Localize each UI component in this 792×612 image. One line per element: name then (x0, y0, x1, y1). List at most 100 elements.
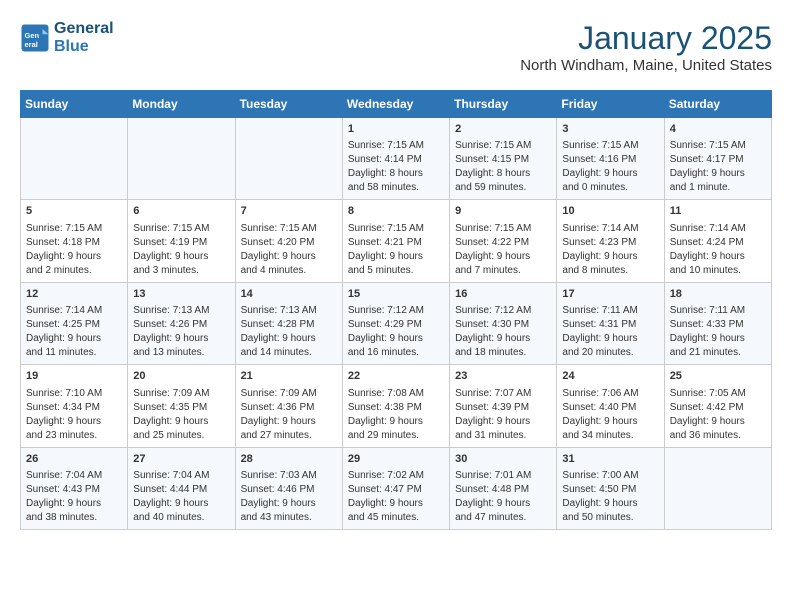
day-info: Sunrise: 7:06 AM Sunset: 4:40 PM Dayligh… (562, 387, 658, 443)
calendar-table: SundayMondayTuesdayWednesdayThursdayFrid… (20, 90, 772, 530)
day-info: Sunrise: 7:04 AM Sunset: 4:44 PM Dayligh… (133, 469, 229, 525)
month-title: January 2025 (520, 20, 772, 57)
day-number: 5 (26, 204, 122, 219)
day-number: 29 (348, 452, 444, 467)
calendar-cell (235, 118, 342, 200)
calendar-cell: 7Sunrise: 7:15 AM Sunset: 4:20 PM Daylig… (235, 200, 342, 282)
day-info: Sunrise: 7:15 AM Sunset: 4:18 PM Dayligh… (26, 222, 122, 278)
calendar-cell: 21 Sunrise: 7:09 AM Sunset: 4:36 PM Dayli… (235, 365, 342, 447)
day-number: 6 (133, 204, 229, 219)
calendar-cell: 2 Sunrise: 7:15 AM Sunset: 4:15 PM Daylig… (450, 118, 557, 200)
calendar-cell: 20Sunrise: 7:09 AM Sunset: 4:35 PM Dayli… (128, 365, 235, 447)
day-info: Sunrise: 7:01 AM Sunset: 4:48 PM Dayligh… (455, 469, 551, 525)
header-day-wednesday: Wednesday (342, 91, 449, 118)
calendar-cell: 30 Sunrise: 7:01 AM Sunset: 4:48 PM Dayli… (450, 447, 557, 529)
day-number: 11 (670, 204, 766, 219)
day-info: Sunrise: 7:15 AM Sunset: 4:17 PM Dayligh… (670, 139, 766, 195)
calendar-cell: 31 Sunrise: 7:00 AM Sunset: 4:50 PM Dayli… (557, 447, 664, 529)
day-number: 14 (241, 287, 337, 302)
day-info: Sunrise: 7:09 AM Sunset: 4:36 PM Dayligh… (241, 387, 337, 443)
day-number: 23 (455, 369, 551, 384)
calendar-cell: 8 Sunrise: 7:15 AM Sunset: 4:21 PM Daylig… (342, 200, 449, 282)
title-area: January 2025 North Windham, Maine, Unite… (520, 20, 772, 74)
calendar-cell: 12 Sunrise: 7:14 AM Sunset: 4:25 PM Dayli… (21, 282, 128, 364)
day-info: Sunrise: 7:08 AM Sunset: 4:38 PM Dayligh… (348, 387, 444, 443)
day-info: Sunrise: 7:15 AM Sunset: 4:15 PM Dayligh… (455, 139, 551, 195)
day-info: Sunrise: 7:00 AM Sunset: 4:50 PM Dayligh… (562, 469, 658, 525)
calendar-week-row: 5 Sunrise: 7:15 AM Sunset: 4:18 PM Daylig… (21, 200, 772, 282)
svg-text:eral: eral (25, 40, 38, 49)
day-info: Sunrise: 7:14 AM Sunset: 4:23 PM Dayligh… (562, 222, 658, 278)
calendar-cell: 10 Sunrise: 7:14 AM Sunset: 4:23 PM Dayli… (557, 200, 664, 282)
day-number: 12 (26, 287, 122, 302)
day-info: Sunrise: 7:14 AM Sunset: 4:25 PM Dayligh… (26, 304, 122, 360)
day-number: 31 (562, 452, 658, 467)
calendar-cell: 15 Sunrise: 7:12 AM Sunset: 4:29 PM Dayli… (342, 282, 449, 364)
day-number: 18 (670, 287, 766, 302)
day-info: Sunrise: 7:15 AM Sunset: 4:22 PM Dayligh… (455, 222, 551, 278)
calendar-cell: 24Sunrise: 7:06 AM Sunset: 4:40 PM Dayli… (557, 365, 664, 447)
day-info: Sunrise: 7:14 AM Sunset: 4:24 PM Dayligh… (670, 222, 766, 278)
day-number: 20 (133, 369, 229, 384)
calendar-cell: 11 Sunrise: 7:14 AM Sunset: 4:24 PM Dayli… (664, 200, 771, 282)
day-number: 16 (455, 287, 551, 302)
calendar-cell: 19Sunrise: 7:10 AM Sunset: 4:34 PM Dayli… (21, 365, 128, 447)
calendar-cell: 26 Sunrise: 7:04 AM Sunset: 4:43 PM Dayli… (21, 447, 128, 529)
calendar-cell (21, 118, 128, 200)
header-day-monday: Monday (128, 91, 235, 118)
day-number: 22 (348, 369, 444, 384)
day-number: 3 (562, 122, 658, 137)
calendar-cell: 25Sunrise: 7:05 AM Sunset: 4:42 PM Dayli… (664, 365, 771, 447)
day-info: Sunrise: 7:15 AM Sunset: 4:19 PM Dayligh… (133, 222, 229, 278)
svg-text:Gen: Gen (25, 31, 40, 40)
day-info: Sunrise: 7:02 AM Sunset: 4:47 PM Dayligh… (348, 469, 444, 525)
day-number: 15 (348, 287, 444, 302)
calendar-cell: 9 Sunrise: 7:15 AM Sunset: 4:22 PM Daylig… (450, 200, 557, 282)
header-day-friday: Friday (557, 91, 664, 118)
logo-text: General Blue (54, 20, 114, 55)
day-info: Sunrise: 7:15 AM Sunset: 4:21 PM Dayligh… (348, 222, 444, 278)
day-number: 7 (241, 204, 337, 219)
location: North Windham, Maine, United States (520, 57, 772, 74)
day-number: 25 (670, 369, 766, 384)
header-day-thursday: Thursday (450, 91, 557, 118)
day-info: Sunrise: 7:15 AM Sunset: 4:16 PM Dayligh… (562, 139, 658, 195)
day-number: 13 (133, 287, 229, 302)
day-number: 28 (241, 452, 337, 467)
day-number: 10 (562, 204, 658, 219)
calendar-cell: 3 Sunrise: 7:15 AM Sunset: 4:16 PM Daylig… (557, 118, 664, 200)
day-number: 30 (455, 452, 551, 467)
day-info: Sunrise: 7:04 AM Sunset: 4:43 PM Dayligh… (26, 469, 122, 525)
day-info: Sunrise: 7:07 AM Sunset: 4:39 PM Dayligh… (455, 387, 551, 443)
day-info: Sunrise: 7:12 AM Sunset: 4:29 PM Dayligh… (348, 304, 444, 360)
calendar-cell: 23 Sunrise: 7:07 AM Sunset: 4:39 PM Dayli… (450, 365, 557, 447)
logo: Gen eral General Blue (20, 20, 114, 55)
header-day-sunday: Sunday (21, 91, 128, 118)
day-info: Sunrise: 7:13 AM Sunset: 4:28 PM Dayligh… (241, 304, 337, 360)
calendar-header-row: SundayMondayTuesdayWednesdayThursdayFrid… (21, 91, 772, 118)
day-number: 4 (670, 122, 766, 137)
calendar-cell: 16 Sunrise: 7:12 AM Sunset: 4:30 PM Dayli… (450, 282, 557, 364)
calendar-cell: 17Sunrise: 7:11 AM Sunset: 4:31 PM Dayli… (557, 282, 664, 364)
day-number: 26 (26, 452, 122, 467)
day-info: Sunrise: 7:12 AM Sunset: 4:30 PM Dayligh… (455, 304, 551, 360)
calendar-week-row: 1Sunrise: 7:15 AM Sunset: 4:14 PM Daylig… (21, 118, 772, 200)
day-info: Sunrise: 7:11 AM Sunset: 4:33 PM Dayligh… (670, 304, 766, 360)
calendar-cell: 13Sunrise: 7:13 AM Sunset: 4:26 PM Dayli… (128, 282, 235, 364)
day-number: 17 (562, 287, 658, 302)
day-number: 2 (455, 122, 551, 137)
day-number: 9 (455, 204, 551, 219)
calendar-week-row: 26 Sunrise: 7:04 AM Sunset: 4:43 PM Dayli… (21, 447, 772, 529)
calendar-cell: 14 Sunrise: 7:13 AM Sunset: 4:28 PM Dayli… (235, 282, 342, 364)
day-number: 27 (133, 452, 229, 467)
day-number: 19 (26, 369, 122, 384)
day-number: 21 (241, 369, 337, 384)
calendar-cell: 5 Sunrise: 7:15 AM Sunset: 4:18 PM Daylig… (21, 200, 128, 282)
day-number: 1 (348, 122, 444, 137)
calendar-cell: 28Sunrise: 7:03 AM Sunset: 4:46 PM Dayli… (235, 447, 342, 529)
calendar-week-row: 19Sunrise: 7:10 AM Sunset: 4:34 PM Dayli… (21, 365, 772, 447)
calendar-cell: 29 Sunrise: 7:02 AM Sunset: 4:47 PM Dayli… (342, 447, 449, 529)
page-header: Gen eral General Blue January 2025 North… (20, 20, 772, 74)
day-number: 8 (348, 204, 444, 219)
header-day-tuesday: Tuesday (235, 91, 342, 118)
